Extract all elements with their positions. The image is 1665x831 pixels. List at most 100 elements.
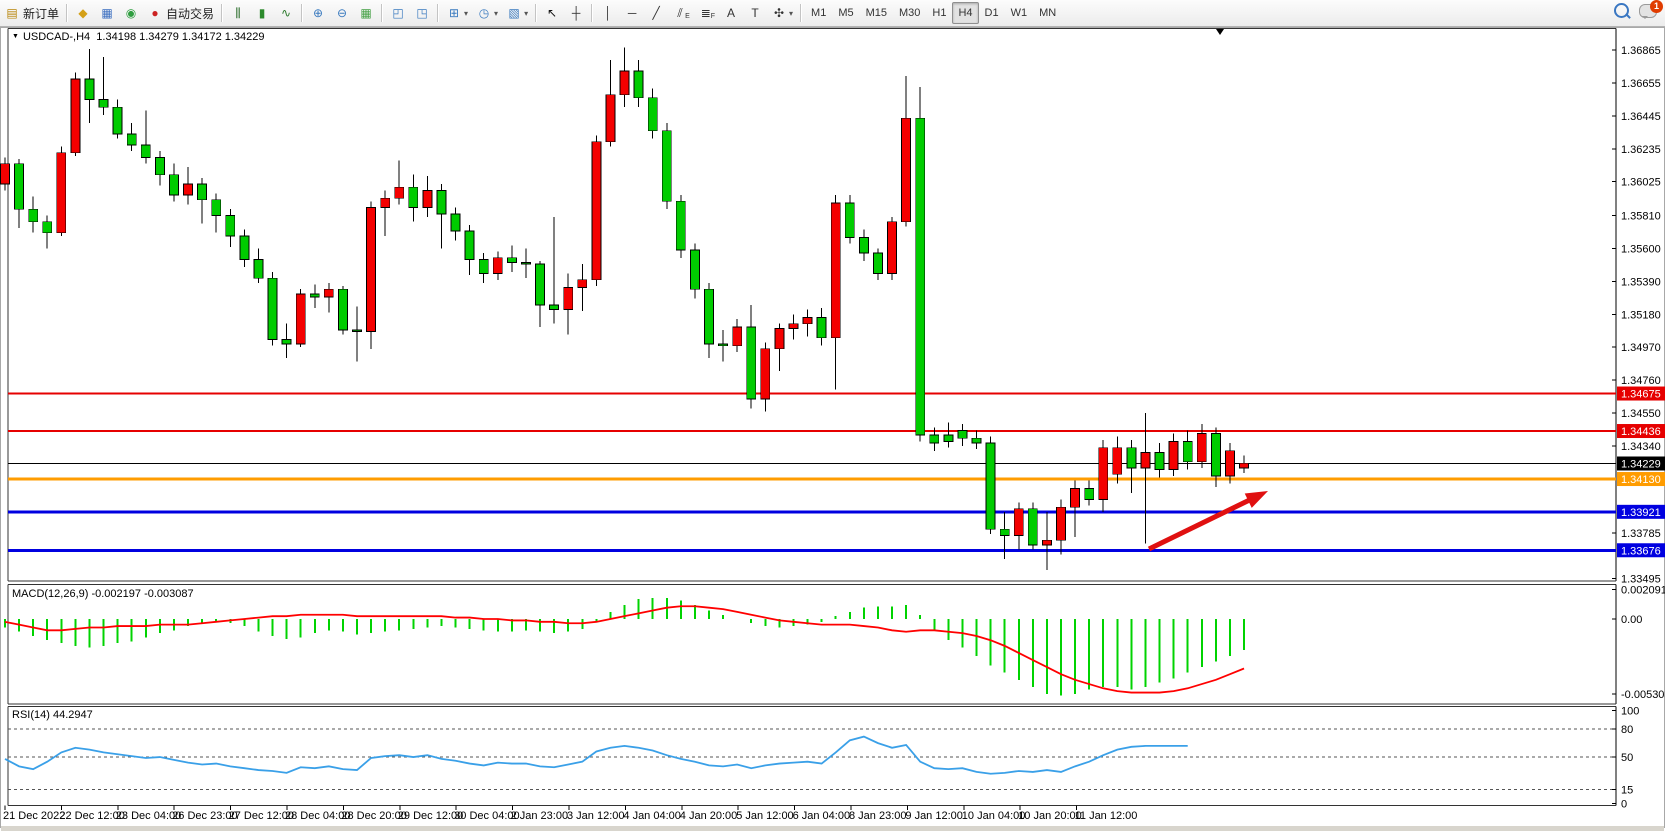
- tile-windows-icon: ▦: [358, 5, 374, 21]
- trendline-button[interactable]: ╱: [644, 2, 668, 24]
- chart-ohlc: 1.34198 1.34279 1.34172 1.34229: [96, 31, 264, 43]
- price-badge-label: 1.33921: [1621, 507, 1661, 519]
- candle-bull: [296, 294, 305, 344]
- chart-symbol: USDCAD-,H4: [23, 31, 90, 43]
- tile-windows-button[interactable]: ▦: [354, 2, 378, 24]
- fibo-button[interactable]: ≣F: [694, 2, 719, 24]
- candle-bear: [169, 175, 178, 195]
- candle-chart-icon: ▮: [254, 5, 270, 21]
- candle-chart-button[interactable]: ▮: [250, 2, 274, 24]
- candle-bull: [1113, 448, 1122, 475]
- arrange-tile-icon: ◰: [390, 5, 406, 21]
- timeframe-w1[interactable]: W1: [1005, 2, 1034, 24]
- candle-bear: [310, 294, 319, 297]
- time-axis-label: 10 Jan 20:00: [1018, 810, 1082, 822]
- label-icon: T: [747, 5, 763, 21]
- candle-bear: [972, 438, 981, 443]
- autotrading-button[interactable]: ●自动交易: [143, 2, 218, 24]
- arrows-button[interactable]: ✣▾: [767, 2, 797, 24]
- candle-bull: [775, 328, 784, 348]
- arrows-icon: ✣: [771, 5, 787, 21]
- zoom-in-button[interactable]: ⊕: [306, 2, 330, 24]
- toolbar-separator: [437, 4, 439, 22]
- arrange-tile-button[interactable]: ◰: [386, 2, 410, 24]
- price-axis-label: 1.36235: [1621, 144, 1661, 156]
- candle-bear: [550, 305, 559, 310]
- toolbar-separator: [221, 4, 223, 22]
- timeframe-m1[interactable]: M1: [805, 2, 832, 24]
- candle-bear: [85, 79, 94, 99]
- new-chart-button[interactable]: ⊞▾: [442, 2, 472, 24]
- candle-bear: [676, 201, 685, 250]
- market-watch-icon: ▦: [99, 5, 115, 21]
- price-axis-label: 1.33785: [1621, 528, 1661, 540]
- candle-bull: [888, 222, 897, 274]
- candle-bull: [733, 327, 742, 346]
- candle-bull: [1057, 507, 1066, 540]
- timeframe-m5[interactable]: M5: [832, 2, 859, 24]
- time-axis-label: 4 Jan 20:00: [680, 810, 738, 822]
- symbols-button[interactable]: ◆: [71, 2, 95, 24]
- signals-button[interactable]: ◉: [119, 2, 143, 24]
- timeframe-mn[interactable]: MN: [1033, 2, 1062, 24]
- channel-button[interactable]: ⫽E: [668, 2, 694, 24]
- candle-bear: [817, 317, 826, 337]
- chart-canvas[interactable]: 1.368651.366551.364451.362351.360251.358…: [0, 0, 1665, 831]
- rsi-axis-label: 100: [1621, 706, 1639, 718]
- candle-bear: [1155, 452, 1164, 469]
- toolbar-group: ⊞▾◷▾▧▾: [442, 1, 532, 25]
- candle-bear: [155, 157, 164, 174]
- toolbar: ▤新订单◆▦◉●自动交易⫼▮∿⊕⊖▦◰◳⊞▾◷▾▧▾↖┼│─╱⫽E≣FAT✣▾M…: [0, 0, 1665, 27]
- text-button[interactable]: A: [719, 2, 743, 24]
- candle-bull: [423, 190, 432, 207]
- candle-bull: [592, 142, 601, 280]
- candle-bear: [536, 264, 545, 305]
- hline-button[interactable]: ─: [620, 2, 644, 24]
- macd-axis-label: 0.00: [1621, 614, 1642, 626]
- price-axis-label: 1.35810: [1621, 210, 1661, 222]
- market-watch-button[interactable]: ▦: [95, 2, 119, 24]
- candle-bear: [1127, 448, 1136, 468]
- candle-bull: [620, 71, 629, 95]
- candle-bear: [479, 259, 488, 273]
- toolbar-separator: [381, 4, 383, 22]
- time-axis-label: 10 Jan 04:00: [962, 810, 1026, 822]
- candle-bear: [648, 98, 657, 131]
- arrange-cascade-button[interactable]: ◳: [410, 2, 434, 24]
- timeframe-m30[interactable]: M30: [893, 2, 926, 24]
- candle-bear: [141, 145, 150, 158]
- search-icon[interactable]: [1614, 3, 1629, 18]
- zoom-out-icon: ⊖: [334, 5, 350, 21]
- candle-bear: [916, 118, 925, 435]
- new-order-button[interactable]: ▤新订单: [0, 2, 63, 24]
- candle-bull: [803, 317, 812, 323]
- rsi-axis-label: 15: [1621, 785, 1633, 797]
- cursor-button[interactable]: ↖: [540, 2, 564, 24]
- candle-bear: [268, 278, 277, 339]
- timeframe-m15[interactable]: M15: [860, 2, 893, 24]
- crosshair-button[interactable]: ┼: [564, 2, 588, 24]
- toolbar-group: ▤新订单: [0, 1, 63, 25]
- candle-bear: [127, 134, 136, 145]
- candle-bear: [634, 71, 643, 98]
- zoom-out-button[interactable]: ⊖: [330, 2, 354, 24]
- notifications-icon[interactable]: 1: [1639, 4, 1657, 18]
- timeframe-h4[interactable]: H4: [952, 2, 978, 24]
- candle-bull: [831, 203, 840, 338]
- line-chart-button[interactable]: ∿: [274, 2, 298, 24]
- timeframe-h1[interactable]: H1: [926, 2, 952, 24]
- price-axis-label: 1.36865: [1621, 45, 1661, 57]
- vline-button[interactable]: │: [596, 2, 620, 24]
- candle-bear: [944, 435, 953, 441]
- candle-bear: [338, 289, 347, 330]
- period-button[interactable]: ◷▾: [472, 2, 502, 24]
- price-badge-label: 1.34675: [1621, 389, 1661, 401]
- candle-bear: [282, 339, 291, 344]
- candle-bear: [451, 214, 460, 231]
- bar-chart-button[interactable]: ⫼: [226, 2, 250, 24]
- timeframe-d1[interactable]: D1: [979, 2, 1005, 24]
- label-button[interactable]: T: [743, 2, 767, 24]
- time-axis-label: 5 Jan 12:00: [736, 810, 794, 822]
- chart-dropdown-icon[interactable]: ▼: [12, 33, 19, 40]
- template-button[interactable]: ▧▾: [502, 2, 532, 24]
